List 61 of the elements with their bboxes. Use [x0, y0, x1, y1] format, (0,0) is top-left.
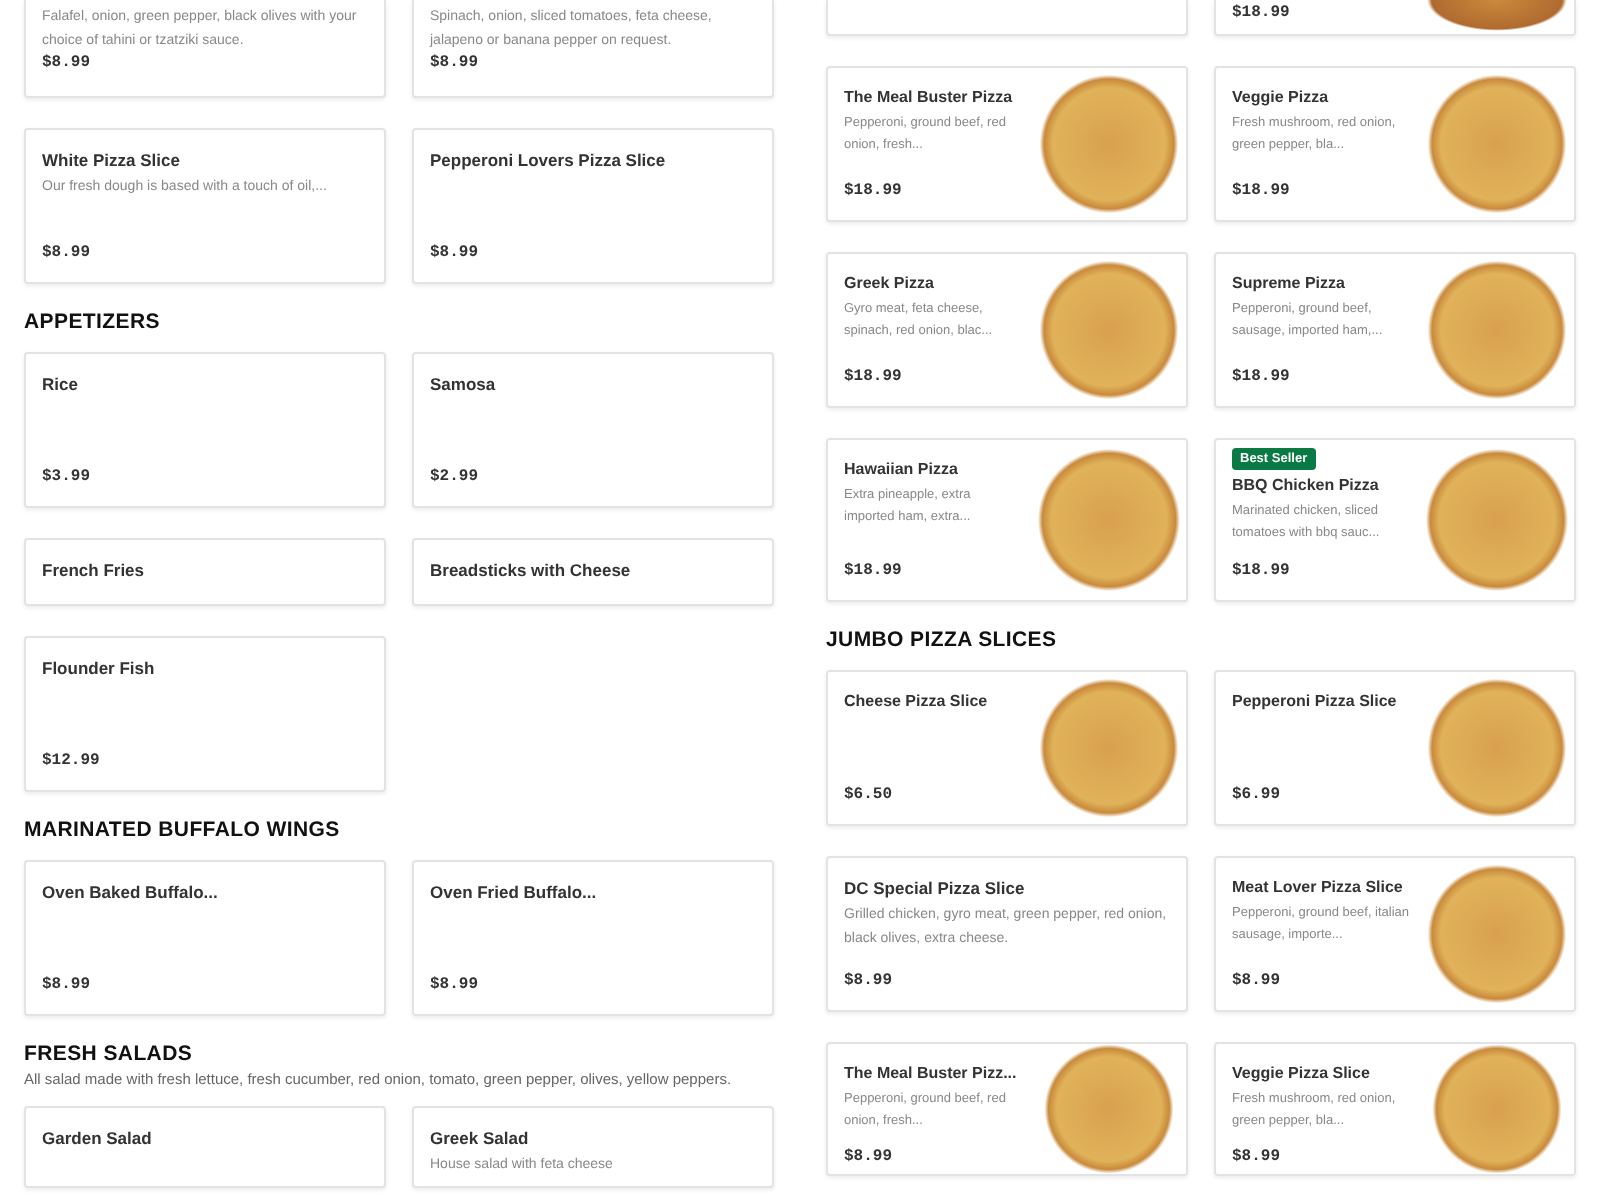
- item-name: Greek Salad: [430, 1128, 531, 1148]
- menu-item-card[interactable]: Breadsticks with Cheese: [412, 538, 774, 606]
- menu-item-card[interactable]: Oven Fried Buffalo... $8.99: [412, 860, 774, 1016]
- item-name: French Fries: [42, 560, 147, 580]
- item-price: $8.99: [42, 976, 93, 994]
- item-price: $18.99: [844, 182, 904, 200]
- item-name: Greek Pizza: [844, 274, 936, 292]
- item-name: The Meal Buster Pizza: [844, 88, 1015, 106]
- menu-item-card[interactable]: Garden Salad: [24, 1106, 386, 1188]
- item-price: $8.99: [1232, 972, 1283, 990]
- menu-item-card[interactable]: $18.99: [1214, 0, 1576, 36]
- menu-item-card[interactable]: Samosa $2.99: [412, 352, 774, 508]
- item-price: $18.99: [1232, 368, 1292, 386]
- section-heading: APPETIZERS: [24, 310, 162, 334]
- item-name: Oven Baked Buffalo...: [42, 882, 220, 902]
- menu-item-card[interactable]: French Fries: [24, 538, 386, 606]
- item-name: BBQ Chicken Pizza: [1232, 476, 1381, 494]
- item-price: $8.99: [430, 244, 481, 262]
- menu-item-card[interactable]: Oven Baked Buffalo... $8.99: [24, 860, 386, 1016]
- item-name: Cheese Pizza Slice: [844, 692, 990, 710]
- item-name: Hawaiian Pizza: [844, 460, 960, 478]
- item-price: $6.99: [1232, 786, 1283, 804]
- item-price: $8.99: [430, 54, 481, 76]
- menu-item-card[interactable]: Pepperoni Pizza Slice $6.99: [1214, 670, 1576, 826]
- item-name: DC Special Pizza Slice: [844, 878, 1027, 898]
- item-name: Rice: [42, 374, 80, 394]
- item-name: Breadsticks with Cheese: [430, 560, 633, 580]
- item-name: The Meal Buster Pizz...: [844, 1064, 1019, 1082]
- item-price: $18.99: [844, 562, 904, 580]
- section-heading: JUMBO PIZZA SLICES: [826, 628, 1059, 652]
- item-name: Veggie Pizza Slice: [1232, 1064, 1372, 1082]
- item-price: $12.99: [42, 752, 102, 770]
- item-name: Flounder Fish: [42, 658, 157, 678]
- item-price: $18.99: [1232, 182, 1292, 200]
- item-price: $18.99: [844, 368, 904, 386]
- item-price: $2.99: [430, 468, 481, 486]
- menu-item-card[interactable]: Rice $3.99: [24, 352, 386, 508]
- item-price: $6.50: [844, 786, 895, 804]
- item-price: $8.99: [844, 1148, 895, 1166]
- item-name: White Pizza Slice: [42, 150, 182, 170]
- item-price: $3.99: [42, 468, 93, 486]
- section-heading: MARINATED BUFFALO WINGS: [24, 818, 342, 842]
- item-price: $8.99: [1232, 1148, 1283, 1166]
- item-price: $8.99: [42, 54, 93, 76]
- item-name: Pepperoni Lovers Pizza Slice: [430, 150, 668, 170]
- menu-item-card[interactable]: Cheese Pizza Slice $6.50: [826, 670, 1188, 826]
- item-name: Samosa: [430, 374, 498, 394]
- item-price: $18.99: [1232, 4, 1292, 22]
- section-heading: FRESH SALADS: [24, 1042, 195, 1066]
- item-name: Meat Lover Pizza Slice: [1232, 878, 1405, 896]
- item-price: $8.99: [430, 976, 481, 994]
- item-name: Oven Fried Buffalo...: [430, 882, 599, 902]
- item-name: Pepperoni Pizza Slice: [1232, 692, 1399, 710]
- item-name: Garden Salad: [42, 1128, 154, 1148]
- menu-item-card[interactable]: Flounder Fish $12.99: [24, 636, 386, 792]
- menu-item-card[interactable]: Pepperoni Lovers Pizza Slice $8.99: [412, 128, 774, 284]
- item-price: $8.99: [42, 244, 93, 262]
- item-price: $8.99: [844, 972, 895, 990]
- item-name: Veggie Pizza: [1232, 88, 1331, 106]
- item-price: $18.99: [1232, 562, 1292, 580]
- item-name: Supreme Pizza: [1232, 274, 1347, 292]
